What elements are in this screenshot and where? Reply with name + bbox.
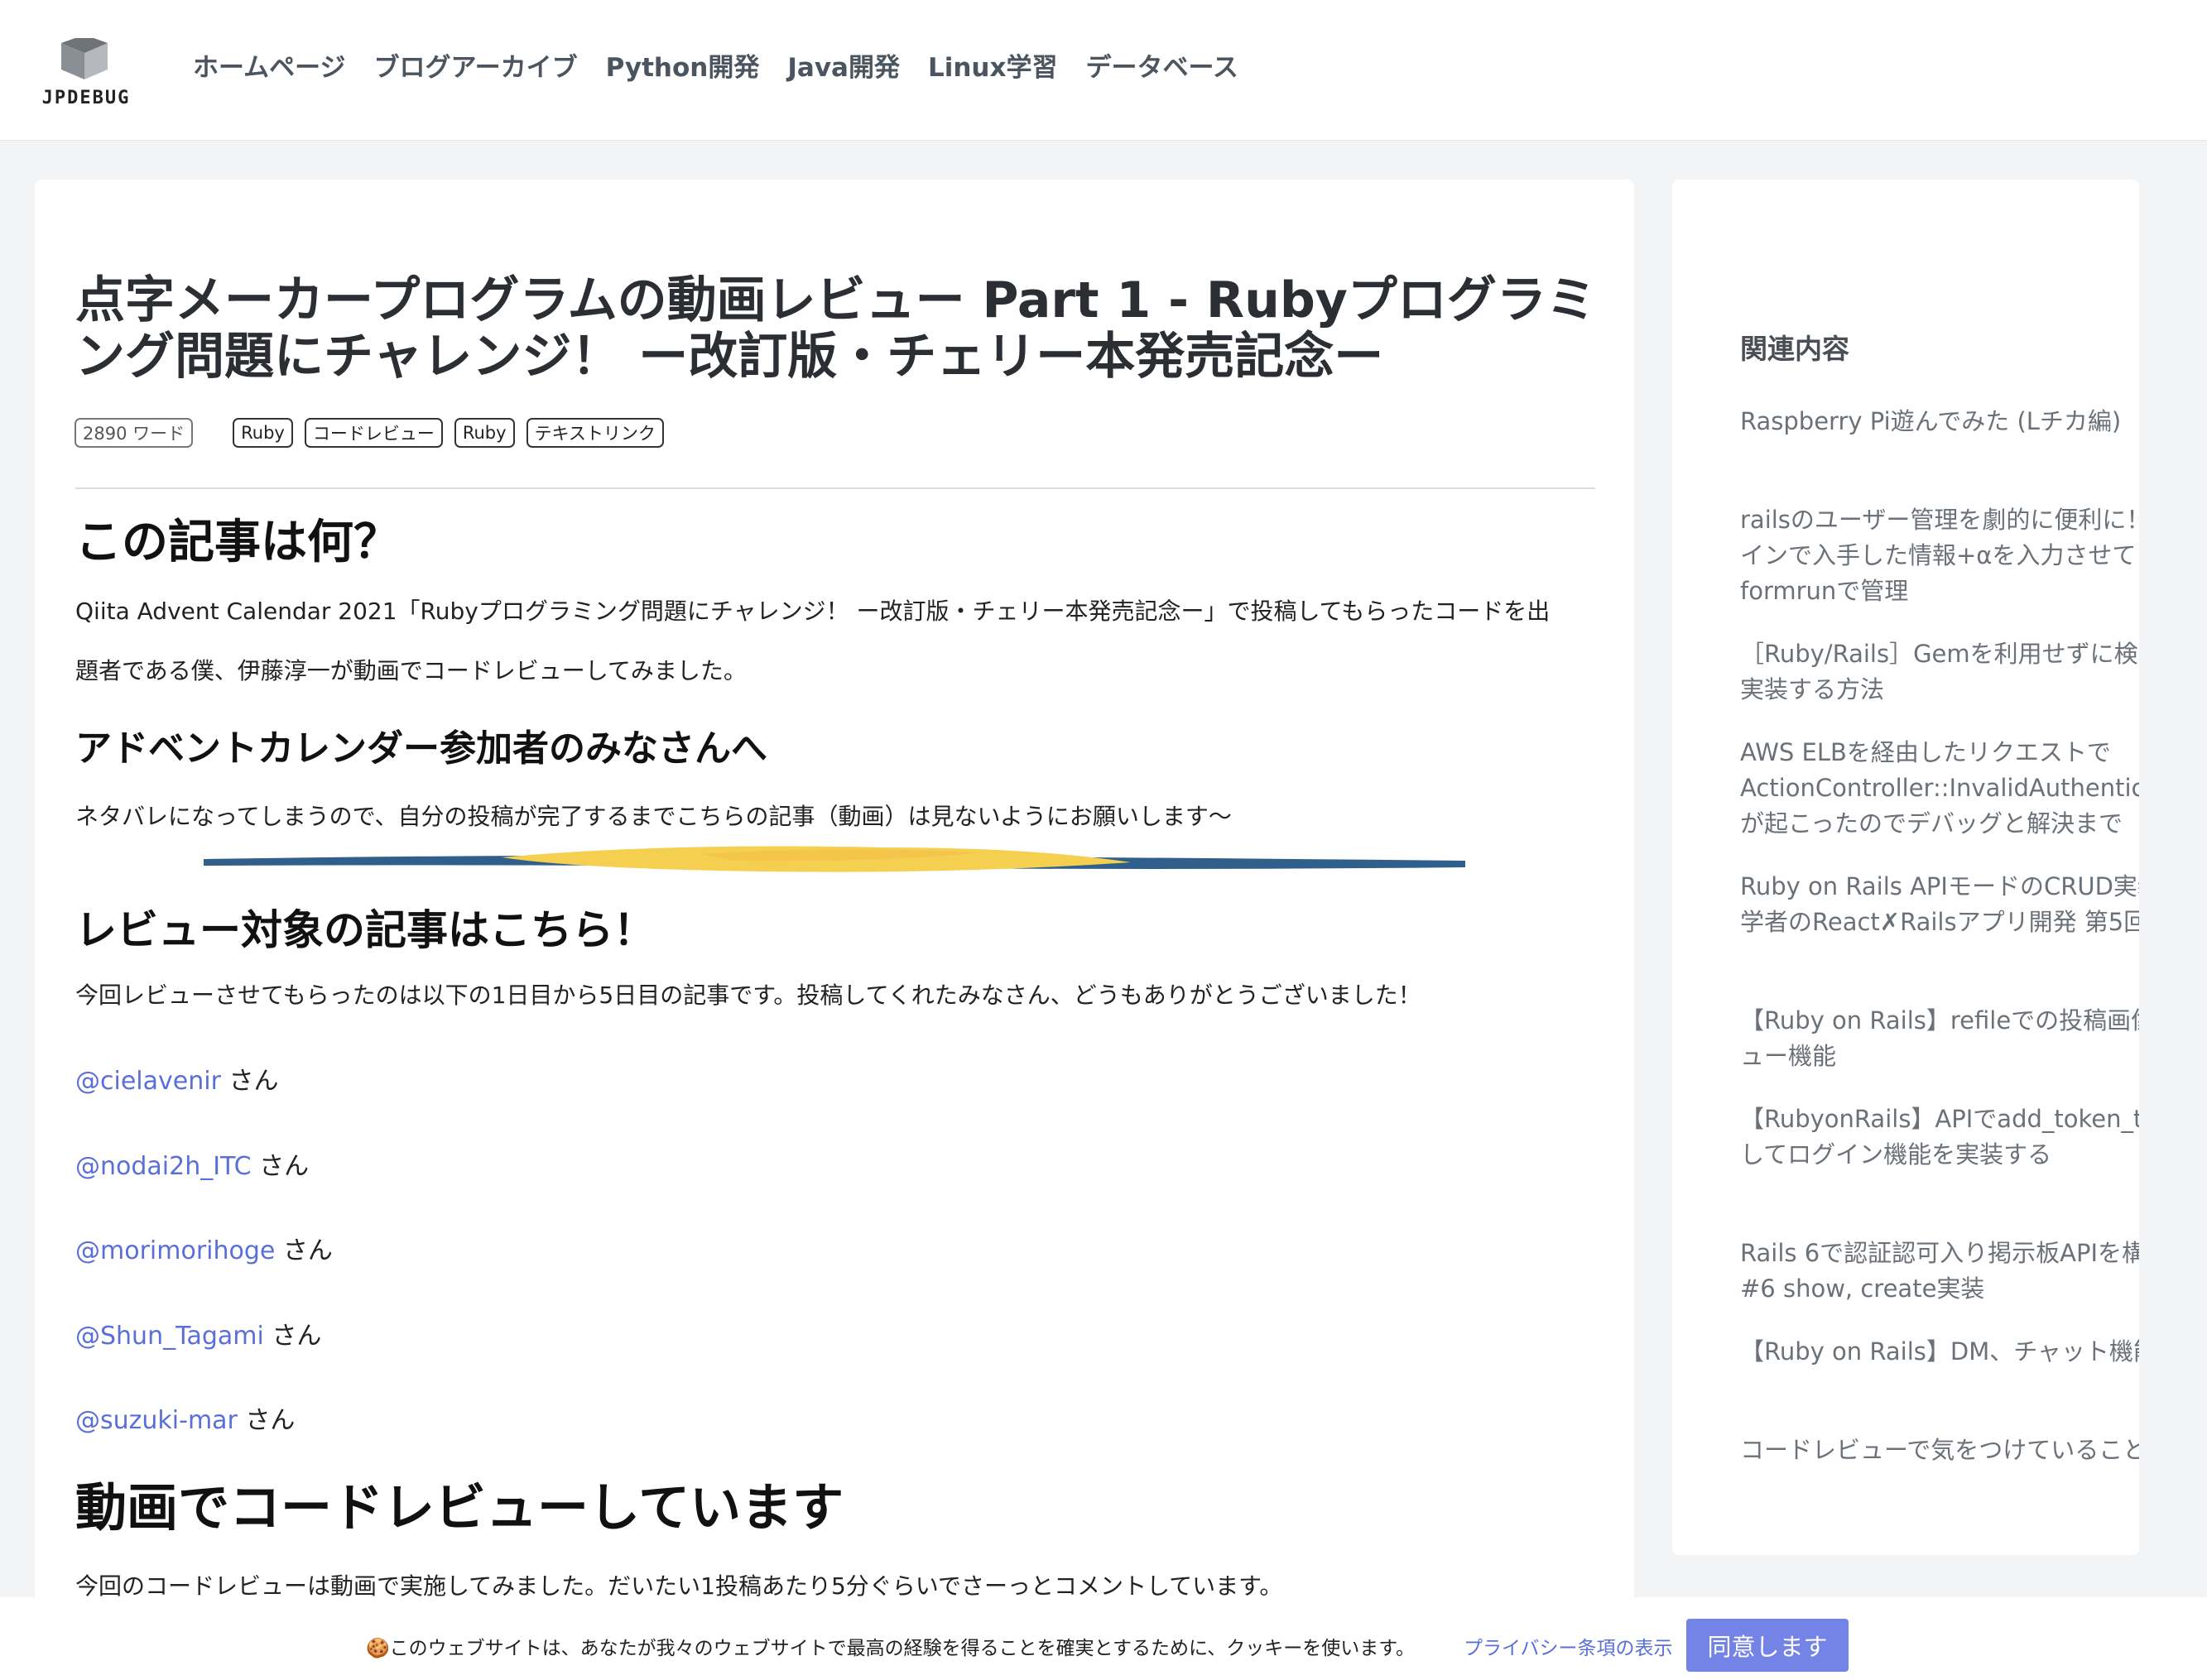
cookie-banner: 🍪このウェブサイトは、あなたが我々のウェブサイトで最高の経験を得ることを確実とす…: [0, 1597, 2207, 1680]
mention-suffix: さん: [263, 1322, 322, 1351]
mention-link[interactable]: @Shun_Tagami: [75, 1322, 264, 1351]
related-item[interactable]: コードレビューで気をつけていること: [1740, 1433, 2139, 1468]
heading-target: レビュー対象の記事はこちら！: [75, 906, 655, 954]
article-card: 点字メーカープログラムの動画レビュー Part 1 - Rubyプログラミング問…: [35, 180, 1634, 1669]
mention-link[interactable]: @cielavenir: [75, 1067, 221, 1096]
nav-database[interactable]: データベース: [1085, 46, 1238, 84]
nav-blog-archive[interactable]: ブログアーカイブ: [373, 46, 577, 84]
divider: [75, 487, 1595, 489]
nav-python[interactable]: Python開発: [606, 46, 760, 84]
mention-link[interactable]: @morimorihoge: [75, 1236, 275, 1265]
mention-suffix: さん: [251, 1152, 310, 1181]
related-item-line: ［Ruby/Rails］Gemを利用せずに検索: [1740, 640, 2139, 668]
related-item[interactable]: Ruby on Rails APIモードのCRUD実装 学者のReact✗Rai…: [1740, 869, 2139, 940]
target-paragraph: 今回レビューさせてもらったのは以下の1日目から5日目の記事です。投稿してくれたみ…: [75, 982, 1421, 1009]
tag-ruby-2[interactable]: Ruby: [454, 418, 515, 448]
tag-code-review[interactable]: コードレビュー: [304, 418, 443, 448]
nav-java[interactable]: Java開発: [787, 46, 900, 84]
heading-what: この記事は何？: [75, 516, 400, 569]
mention-link[interactable]: @nodai2h_ITC: [75, 1152, 252, 1181]
mention-item: @cielavenir さん: [75, 1060, 278, 1097]
mention-item: @suzuki-mar さん: [75, 1399, 295, 1436]
heading-video: 動画でコードレビューしています: [75, 1477, 844, 1538]
logo-text: JPDEBUG: [41, 88, 131, 108]
related-item-line: Ruby on Rails APIモードのCRUD実装: [1740, 872, 2139, 900]
related-item[interactable]: 【RubyonRails】APIでadd_token_to してログイン機能を実…: [1740, 1102, 2139, 1173]
related-item-line: ュー機能: [1740, 1042, 1837, 1070]
site-logo[interactable]: JPDEBUG: [35, 35, 137, 108]
mention-link[interactable]: @suzuki-mar: [75, 1406, 238, 1435]
related-item-line: インで入手した情報+αを入力させて: [1740, 541, 2137, 569]
intro-line-2: 題者である僕、伊藤淳一が動画でコードレビューしてみました。: [75, 657, 747, 684]
related-title: 関連内容: [1740, 333, 1849, 365]
mention-item: @nodai2h_ITC さん: [75, 1145, 309, 1182]
related-item-line: 実装する方法: [1740, 675, 1885, 703]
related-item[interactable]: AWS ELBを経由したリクエストで ActionController::Inv…: [1740, 735, 2139, 842]
related-item-line: 【RubyonRails】APIでadd_token_to: [1740, 1105, 2139, 1133]
related-item-line: してログイン機能を実装する: [1740, 1140, 2052, 1169]
site-header: JPDEBUG ホームページ ブログアーカイブ Python開発 Java開発 …: [0, 0, 2207, 141]
related-item[interactable]: 【Ruby on Rails】DM、チャット機能: [1740, 1334, 2139, 1370]
main-nav: ホームページ ブログアーカイブ Python開発 Java開発 Linux学習 …: [193, 46, 1238, 84]
related-item-line: 【Ruby on Rails】refileでの投稿画像: [1740, 1006, 2139, 1034]
related-item-line: railsのユーザー管理を劇的に便利に！: [1740, 506, 2139, 534]
related-item-line: 学者のReact✗Railsアプリ開発 第5回: [1740, 908, 2139, 936]
related-item-line: ActionController::InvalidAuthenticity: [1740, 774, 2139, 802]
word-count-badge: 2890 ワード: [75, 418, 194, 448]
logo-cube-icon: [61, 35, 108, 79]
nav-home[interactable]: ホームページ: [193, 46, 345, 84]
mention-suffix: さん: [237, 1406, 296, 1435]
related-item-line: #6 show, create実装: [1740, 1274, 1985, 1303]
mention-item: @Shun_Tagami さん: [75, 1315, 321, 1351]
intro-line-1: Qiita Advent Calendar 2021「Rubyプログラミング問題…: [75, 598, 1551, 625]
tag-ruby[interactable]: Ruby: [233, 418, 293, 448]
related-item[interactable]: railsのユーザー管理を劇的に便利に！ インで入手した情報+αを入力させて f…: [1740, 502, 2139, 609]
heading-advent: アドベントカレンダー参加者のみなさんへ: [75, 727, 767, 770]
brush-stroke-divider: [204, 846, 1465, 872]
related-item-line: が起こったのでデバッグと解決まで: [1740, 809, 2123, 838]
related-item-line: AWS ELBを経由したリクエストで: [1740, 738, 2111, 766]
nav-linux[interactable]: Linux学習: [928, 46, 1058, 84]
tag-text-link[interactable]: テキストリンク: [526, 418, 664, 448]
mention-item: @morimorihoge さん: [75, 1230, 333, 1266]
privacy-policy-link[interactable]: プライバシー条項の表示: [1464, 1632, 1673, 1660]
accept-cookies-button[interactable]: 同意します: [1686, 1619, 1849, 1672]
related-item-line: formrunで管理: [1740, 577, 1909, 605]
article-title: 点字メーカープログラムの動画レビュー Part 1 - Rubyプログラミング問…: [75, 271, 1596, 386]
related-item[interactable]: Raspberry Pi遊んでみた (Lチカ編): [1740, 404, 2139, 439]
tag-row: 2890 ワード Ruby コードレビュー Ruby テキストリンク: [75, 418, 676, 448]
mention-suffix: さん: [275, 1236, 333, 1265]
related-sidebar: 関連内容 Raspberry Pi遊んでみた (Lチカ編) railsのユーザー…: [1672, 180, 2139, 1555]
video-paragraph: 今回のコードレビューは動画で実施してみました。だいたい1投稿あたり5分ぐらいでさ…: [75, 1572, 1283, 1600]
related-item-line: 【Ruby on Rails】DM、チャット機能: [1740, 1337, 2139, 1366]
related-item-line: Raspberry Pi遊んでみた (Lチカ編): [1740, 407, 2122, 435]
related-item-line: Rails 6で認証認可入り掲示板APIを構築: [1740, 1239, 2139, 1267]
advent-paragraph: ネタバレになってしまうので、自分の投稿が完了するまでこちらの記事（動画）は見ない…: [75, 803, 1232, 830]
related-item-line: コードレビューで気をつけていること: [1740, 1436, 2139, 1464]
related-item[interactable]: Rails 6で認証認可入り掲示板APIを構築 #6 show, create実…: [1740, 1236, 2139, 1307]
related-item[interactable]: 【Ruby on Rails】refileでの投稿画像 ュー機能: [1740, 1003, 2139, 1074]
mention-suffix: さん: [220, 1067, 279, 1096]
cookie-message: 🍪このウェブサイトは、あなたが我々のウェブサイトで最高の経験を得ることを確実とす…: [366, 1638, 1415, 1659]
related-item[interactable]: ［Ruby/Rails］Gemを利用せずに検索 実装する方法: [1740, 636, 2139, 708]
